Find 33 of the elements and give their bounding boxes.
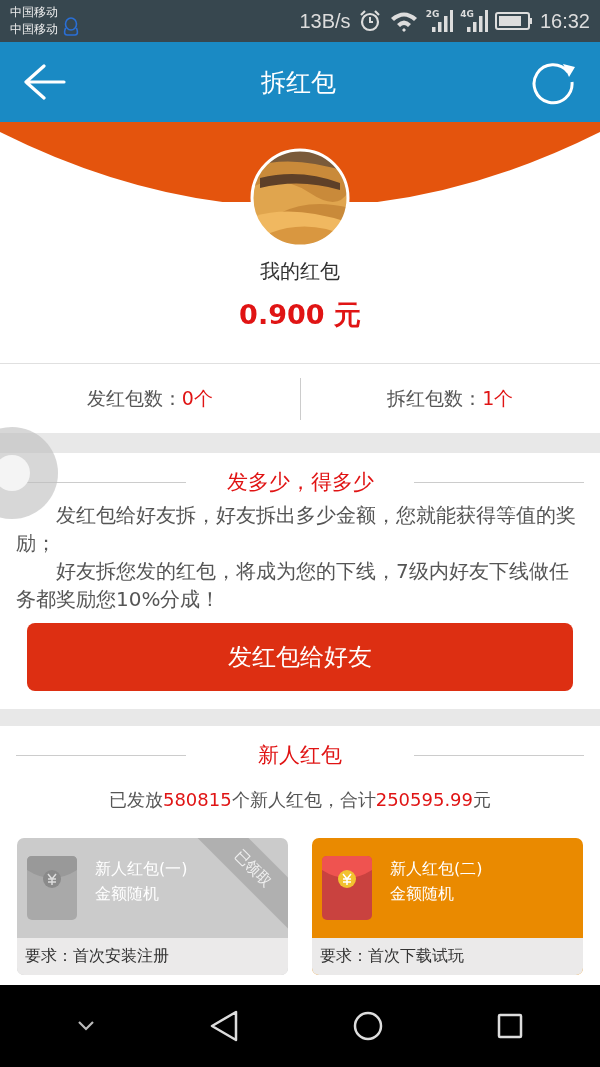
description-text: 发红包给好友拆，好友拆出多少金额，您就能获得等值的奖励； <box>15 502 577 557</box>
packet-card[interactable]: 新人红包(二) 金额随机 要求：首次下载试玩 <box>312 838 583 975</box>
network-speed: 13B/s <box>299 9 351 33</box>
card-requirement: 要求：首次下载试玩 <box>312 938 583 975</box>
recents-square-icon[interactable] <box>497 1013 523 1039</box>
carrier-label: 中国移动 <box>10 21 58 38</box>
stat-value: 0个 <box>181 386 213 409</box>
card-requirement: 要求：首次安装注册 <box>17 938 288 975</box>
envelope-icon <box>322 856 372 920</box>
send-packet-button[interactable]: 发红包给好友 <box>27 623 573 691</box>
envelope-icon <box>27 856 77 920</box>
back-arrow-icon[interactable] <box>24 64 66 100</box>
carrier-label: 中国移动 <box>10 4 58 21</box>
home-circle-icon[interactable] <box>353 1011 383 1041</box>
network-type-label: 2G <box>425 9 440 19</box>
summary-text: 已发放580815个新人红包，合计250595.99元 <box>107 788 493 812</box>
description-text: 好友拆您发的红包，将成为您的下线，7级内好友下线做任务都奖励您10%分成！ <box>15 558 570 613</box>
balance-amount: 0.900 元 <box>239 298 361 332</box>
section-title: 发多少，得多少 <box>226 469 374 496</box>
page-title: 拆红包 <box>260 66 336 99</box>
clock-time: 16:32 <box>539 9 590 33</box>
section-title: 新人红包 <box>258 742 342 769</box>
stat-label: 拆红包数： <box>387 386 483 409</box>
network-type-label: 4G <box>460 9 474 19</box>
chevron-down-icon[interactable] <box>77 1020 95 1032</box>
battery-icon <box>494 11 533 31</box>
card-title: 新人红包(二) <box>390 858 483 880</box>
stat-label: 发红包数： <box>86 386 182 409</box>
stat-value: 1个 <box>482 386 514 409</box>
back-triangle-icon[interactable] <box>209 1010 239 1042</box>
card-subtitle: 金额随机 <box>390 883 455 905</box>
claimed-label: 已领取 <box>230 845 276 891</box>
wallet-label: 我的红包 <box>260 258 340 285</box>
